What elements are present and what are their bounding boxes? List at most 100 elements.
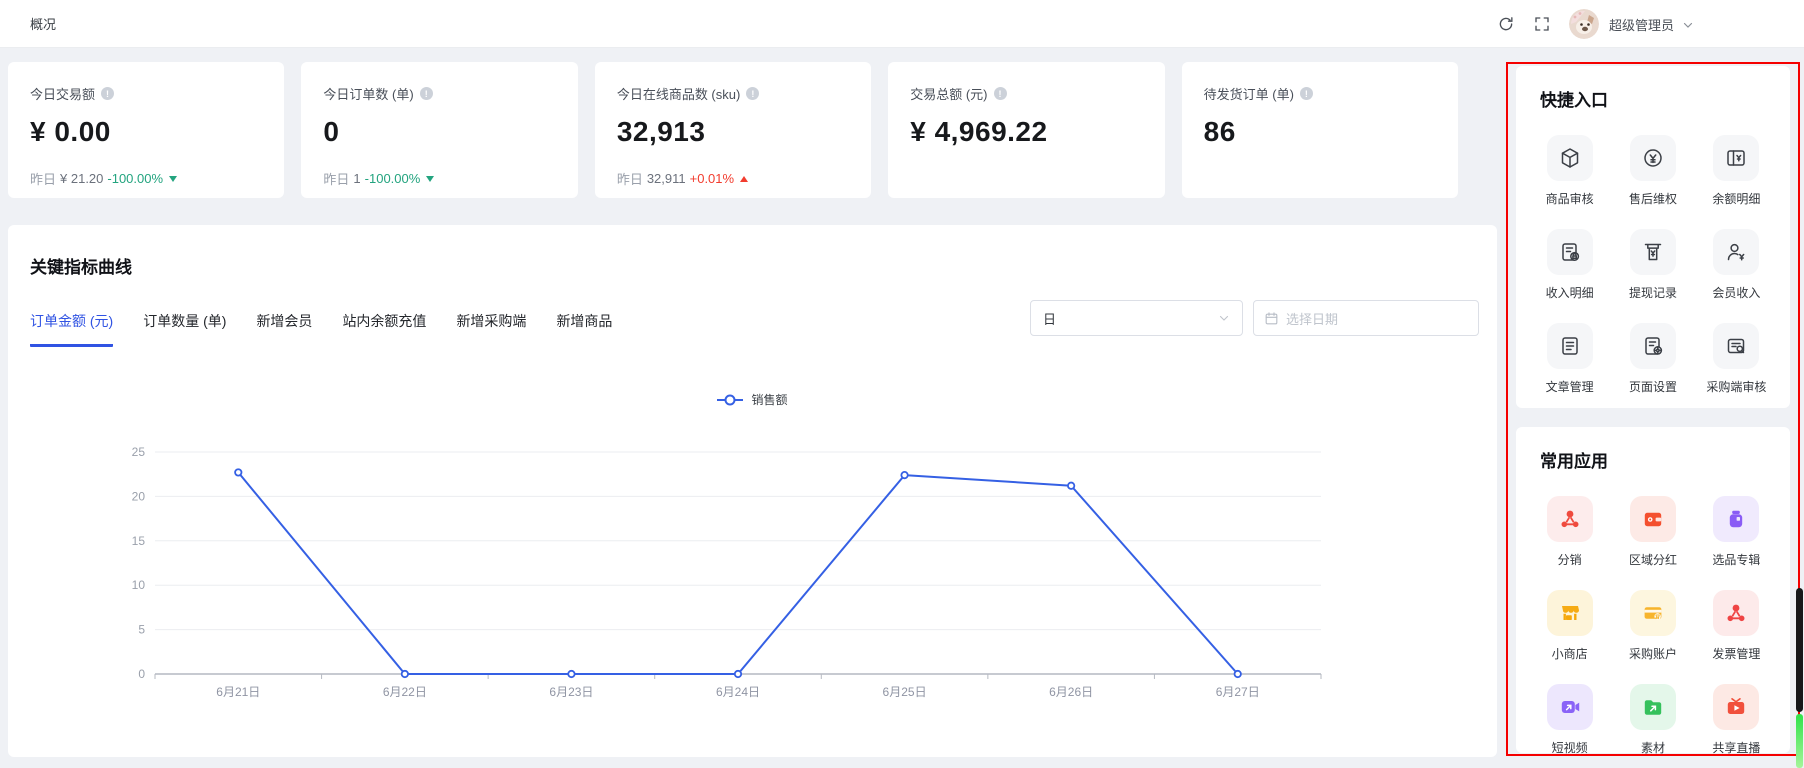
prev-value: 1 — [353, 171, 360, 186]
svg-text:0: 0 — [138, 667, 145, 681]
change-percent: +0.01% — [690, 171, 734, 186]
stat-card-value: ¥ 0.00 — [30, 116, 262, 148]
app-label: 分销 — [1558, 551, 1582, 568]
prev-label: 昨日 — [323, 169, 349, 188]
quick-entry-label: 商品审核 — [1546, 190, 1594, 207]
change-percent: -100.00% — [365, 171, 421, 186]
prev-value: 32,911 — [647, 171, 686, 186]
stat-card-value: 0 — [323, 116, 555, 148]
quick-entry-item[interactable]: 会员收入 — [1712, 229, 1760, 301]
svg-text:10: 10 — [132, 578, 146, 592]
app-item[interactable]: 采购账户 — [1629, 590, 1677, 662]
cube-icon — [1547, 135, 1593, 181]
info-icon[interactable]: ! — [101, 87, 114, 100]
arrow-down-icon — [426, 176, 434, 182]
key-metrics-card: 关键指标曲线 订单金额 (元)订单数量 (单)新增会员站内余额充值新增采购端新增… — [8, 225, 1497, 757]
stat-card-subtext: 昨日 32,911 +0.01% — [617, 169, 849, 188]
info-icon[interactable]: ! — [746, 87, 759, 100]
scrollbar-thumb[interactable] — [1796, 588, 1803, 712]
app-item[interactable]: 区域分红 — [1629, 496, 1677, 568]
info-icon[interactable]: ! — [1300, 87, 1313, 100]
quick-entry-item[interactable]: 商品审核 — [1546, 135, 1594, 207]
quick-entry-label: 采购端审核 — [1706, 378, 1766, 395]
stat-card-subtext: 昨日 1 -100.00% — [323, 169, 555, 188]
quick-entry-item[interactable]: 文章管理 — [1546, 323, 1594, 395]
refresh-icon[interactable] — [1497, 15, 1515, 33]
member-yuan-icon — [1713, 229, 1759, 275]
fullscreen-icon[interactable] — [1533, 15, 1551, 33]
app-label: 发票管理 — [1712, 645, 1760, 662]
common-apps-card: 常用应用 分销 区域分红 选品专辑小商店采购账户 发票管理短视频 素材 共享直播 — [1516, 427, 1790, 753]
svg-text:6月25日: 6月25日 — [883, 685, 927, 699]
article-icon — [1547, 323, 1593, 369]
invoice-share-icon — [1713, 590, 1759, 636]
info-icon[interactable]: ! — [420, 87, 433, 100]
common-apps-title: 常用应用 — [1540, 447, 1790, 472]
svg-text:5: 5 — [138, 623, 145, 637]
quick-entry-label: 余额明细 — [1712, 190, 1760, 207]
svg-text:6月21日: 6月21日 — [216, 685, 260, 699]
svg-text:25: 25 — [132, 445, 146, 459]
refund-circle-icon — [1630, 135, 1676, 181]
card-cart-icon — [1630, 590, 1676, 636]
balance-book-icon — [1713, 135, 1759, 181]
app-item[interactable]: 素材 — [1630, 684, 1676, 756]
doc-lock-icon — [1547, 229, 1593, 275]
video-cam-icon — [1547, 684, 1593, 730]
quick-entry-item[interactable]: 余额明细 — [1712, 135, 1760, 207]
stat-card-label: 交易总额 (元) — [910, 84, 987, 103]
wallet-icon — [1630, 496, 1676, 542]
app-label: 素材 — [1641, 739, 1665, 756]
arrow-down-icon — [169, 176, 177, 182]
stat-card: 今日订单数 (单)! 0 昨日 1 -100.00% — [301, 62, 577, 198]
quick-entry-label: 文章管理 — [1546, 378, 1594, 395]
prev-value: ¥ 21.20 — [60, 171, 103, 186]
quick-entry-label: 收入明细 — [1546, 284, 1594, 301]
stat-card: 今日交易额! ¥ 0.00 昨日 ¥ 21.20 -100.00% — [8, 62, 284, 198]
quick-entry-item[interactable]: 采购端审核 — [1706, 323, 1766, 395]
app-item[interactable]: 发票管理 — [1712, 590, 1760, 662]
stat-card-label: 待发货订单 (单) — [1204, 84, 1294, 103]
quick-entry-item[interactable]: 提现记录 — [1629, 229, 1677, 301]
admin-name[interactable]: 超级管理员 — [1609, 15, 1674, 34]
stat-card-label: 今日订单数 (单) — [323, 84, 413, 103]
scrollbar-indicator — [1796, 714, 1803, 768]
app-item[interactable]: 选品专辑 — [1712, 496, 1760, 568]
app-label: 区域分红 — [1629, 551, 1677, 568]
stat-card: 待发货订单 (单)!86 — [1182, 62, 1458, 198]
app-label: 选品专辑 — [1712, 551, 1760, 568]
withdraw-icon — [1630, 229, 1676, 275]
quick-entry-label: 页面设置 — [1629, 378, 1677, 395]
app-item[interactable]: 分销 — [1547, 496, 1593, 568]
svg-text:20: 20 — [132, 489, 146, 503]
info-icon[interactable]: ! — [994, 87, 1007, 100]
app-label: 短视频 — [1552, 739, 1588, 756]
svg-text:6月27日: 6月27日 — [1216, 685, 1260, 699]
avatar[interactable] — [1569, 9, 1599, 39]
stat-card: 交易总额 (元)!¥ 4,969.22 — [888, 62, 1164, 198]
arrow-up-icon — [740, 176, 748, 182]
prev-label: 昨日 — [617, 169, 643, 188]
share-nodes-icon — [1547, 496, 1593, 542]
page-title: 概况 — [30, 14, 56, 33]
jar-icon — [1713, 496, 1759, 542]
quick-entry-item[interactable]: 售后维权 — [1629, 135, 1677, 207]
folder-arrow-icon — [1630, 684, 1676, 730]
app-item[interactable]: 共享直播 — [1712, 684, 1760, 756]
page-gear-icon — [1630, 323, 1676, 369]
svg-text:6月23日: 6月23日 — [549, 685, 593, 699]
svg-text:6月24日: 6月24日 — [716, 685, 760, 699]
app-item[interactable]: 小商店 — [1547, 590, 1593, 662]
chevron-down-icon[interactable] — [1682, 18, 1694, 30]
app-label: 采购账户 — [1629, 645, 1677, 662]
change-percent: -100.00% — [107, 171, 163, 186]
svg-text:6月26日: 6月26日 — [1049, 685, 1093, 699]
app-item[interactable]: 短视频 — [1547, 684, 1593, 756]
stat-card-label: 今日交易额 — [30, 84, 95, 103]
quick-entry-item[interactable]: 收入明细 — [1546, 229, 1594, 301]
storefront-icon — [1547, 590, 1593, 636]
quick-entry-item[interactable]: 页面设置 — [1629, 323, 1677, 395]
line-chart[interactable]: 05101520256月21日6月22日6月23日6月24日6月25日6月26日… — [8, 225, 1497, 757]
prev-label: 昨日 — [30, 169, 56, 188]
stat-card-subtext: 昨日 ¥ 21.20 -100.00% — [30, 169, 262, 188]
